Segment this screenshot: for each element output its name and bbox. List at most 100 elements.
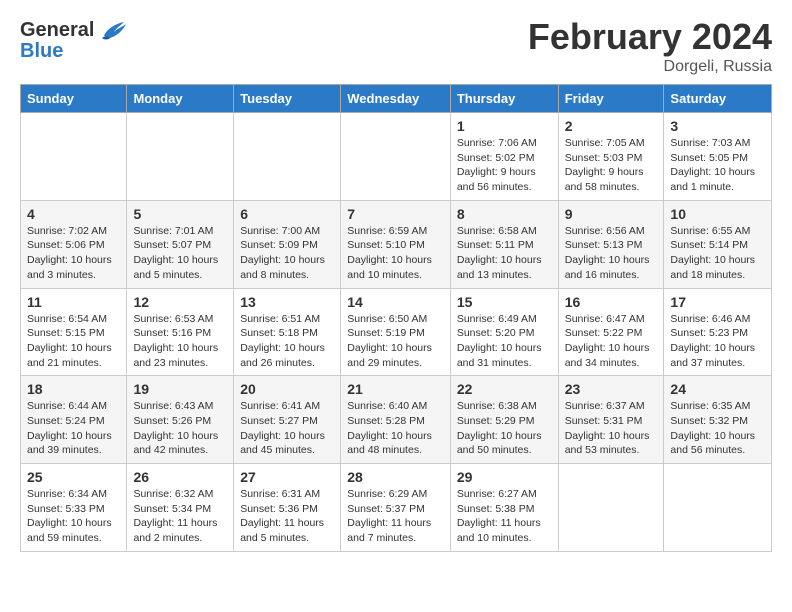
weekday-header: Friday (558, 85, 664, 113)
day-info: Sunrise: 6:58 AM Sunset: 5:11 PM Dayligh… (457, 224, 552, 283)
calendar-week-row: 4 Sunrise: 7:02 AM Sunset: 5:06 PM Daylig… (21, 200, 772, 288)
calendar-cell: 8 Sunrise: 6:58 AM Sunset: 5:11 PM Daylig… (450, 200, 558, 288)
day-number: 26 (133, 469, 227, 485)
day-number: 20 (240, 381, 334, 397)
calendar-table: SundayMondayTuesdayWednesdayThursdayFrid… (20, 84, 772, 552)
day-number: 4 (27, 206, 120, 222)
day-number: 25 (27, 469, 120, 485)
day-info: Sunrise: 6:27 AM Sunset: 5:38 PM Dayligh… (457, 487, 552, 546)
day-number: 17 (670, 294, 765, 310)
day-info: Sunrise: 6:46 AM Sunset: 5:23 PM Dayligh… (670, 312, 765, 371)
day-number: 10 (670, 206, 765, 222)
day-info: Sunrise: 6:38 AM Sunset: 5:29 PM Dayligh… (457, 399, 552, 458)
day-number: 7 (347, 206, 444, 222)
day-number: 22 (457, 381, 552, 397)
day-info: Sunrise: 6:55 AM Sunset: 5:14 PM Dayligh… (670, 224, 765, 283)
day-info: Sunrise: 6:44 AM Sunset: 5:24 PM Dayligh… (27, 399, 120, 458)
month-title: February 2024 (528, 16, 772, 58)
day-info: Sunrise: 6:49 AM Sunset: 5:20 PM Dayligh… (457, 312, 552, 371)
day-number: 28 (347, 469, 444, 485)
day-info: Sunrise: 6:40 AM Sunset: 5:28 PM Dayligh… (347, 399, 444, 458)
calendar-cell: 19 Sunrise: 6:43 AM Sunset: 5:26 PM Dayli… (127, 376, 234, 464)
logo-blue: Blue (20, 40, 63, 63)
page-container: General Blue February 2024 Dorgeli, Russ… (0, 0, 792, 568)
calendar-cell: 6 Sunrise: 7:00 AM Sunset: 5:09 PM Daylig… (234, 200, 341, 288)
day-info: Sunrise: 6:43 AM Sunset: 5:26 PM Dayligh… (133, 399, 227, 458)
day-number: 21 (347, 381, 444, 397)
calendar-week-row: 25 Sunrise: 6:34 AM Sunset: 5:33 PM Dayli… (21, 464, 772, 552)
calendar-cell (21, 113, 127, 201)
day-number: 16 (565, 294, 658, 310)
day-info: Sunrise: 6:32 AM Sunset: 5:34 PM Dayligh… (133, 487, 227, 546)
calendar-cell: 10 Sunrise: 6:55 AM Sunset: 5:14 PM Dayli… (664, 200, 772, 288)
weekday-header: Tuesday (234, 85, 341, 113)
weekday-header: Saturday (664, 85, 772, 113)
calendar-cell: 3 Sunrise: 7:03 AM Sunset: 5:05 PM Daylig… (664, 113, 772, 201)
day-info: Sunrise: 6:50 AM Sunset: 5:19 PM Dayligh… (347, 312, 444, 371)
day-info: Sunrise: 6:35 AM Sunset: 5:32 PM Dayligh… (670, 399, 765, 458)
day-info: Sunrise: 6:31 AM Sunset: 5:36 PM Dayligh… (240, 487, 334, 546)
day-number: 24 (670, 381, 765, 397)
day-number: 27 (240, 469, 334, 485)
day-number: 3 (670, 118, 765, 134)
calendar-cell: 29 Sunrise: 6:27 AM Sunset: 5:38 PM Dayli… (450, 464, 558, 552)
day-number: 1 (457, 118, 552, 134)
calendar-cell (558, 464, 664, 552)
calendar-cell: 17 Sunrise: 6:46 AM Sunset: 5:23 PM Dayli… (664, 288, 772, 376)
day-info: Sunrise: 7:01 AM Sunset: 5:07 PM Dayligh… (133, 224, 227, 283)
calendar-cell: 9 Sunrise: 6:56 AM Sunset: 5:13 PM Daylig… (558, 200, 664, 288)
calendar-week-row: 18 Sunrise: 6:44 AM Sunset: 5:24 PM Dayli… (21, 376, 772, 464)
day-info: Sunrise: 6:47 AM Sunset: 5:22 PM Dayligh… (565, 312, 658, 371)
day-info: Sunrise: 7:05 AM Sunset: 5:03 PM Dayligh… (565, 136, 658, 195)
day-number: 8 (457, 206, 552, 222)
calendar-cell: 20Sunrise: 6:41 AM Sunset: 5:27 PM Dayli… (234, 376, 341, 464)
calendar-cell: 21 Sunrise: 6:40 AM Sunset: 5:28 PM Dayli… (341, 376, 451, 464)
day-info: Sunrise: 7:02 AM Sunset: 5:06 PM Dayligh… (27, 224, 120, 283)
weekday-header: Sunday (21, 85, 127, 113)
header-row: General Blue February 2024 Dorgeli, Russ… (20, 16, 772, 76)
calendar-cell: 27 Sunrise: 6:31 AM Sunset: 5:36 PM Dayli… (234, 464, 341, 552)
day-info: Sunrise: 6:56 AM Sunset: 5:13 PM Dayligh… (565, 224, 658, 283)
day-number: 14 (347, 294, 444, 310)
calendar-cell: 16 Sunrise: 6:47 AM Sunset: 5:22 PM Dayli… (558, 288, 664, 376)
calendar-cell: 22 Sunrise: 6:38 AM Sunset: 5:29 PM Dayli… (450, 376, 558, 464)
calendar-cell: 15 Sunrise: 6:49 AM Sunset: 5:20 PM Dayli… (450, 288, 558, 376)
calendar-cell: 7 Sunrise: 6:59 AM Sunset: 5:10 PM Daylig… (341, 200, 451, 288)
calendar-cell: 14 Sunrise: 6:50 AM Sunset: 5:19 PM Dayli… (341, 288, 451, 376)
calendar-cell (234, 113, 341, 201)
calendar-cell: 1 Sunrise: 7:06 AM Sunset: 5:02 PM Daylig… (450, 113, 558, 201)
day-number: 9 (565, 206, 658, 222)
calendar-cell: 23Sunrise: 6:37 AM Sunset: 5:31 PM Dayli… (558, 376, 664, 464)
day-info: Sunrise: 6:54 AM Sunset: 5:15 PM Dayligh… (27, 312, 120, 371)
calendar-cell: 5 Sunrise: 7:01 AM Sunset: 5:07 PM Daylig… (127, 200, 234, 288)
calendar-cell: 11 Sunrise: 6:54 AM Sunset: 5:15 PM Dayli… (21, 288, 127, 376)
calendar-cell: 2 Sunrise: 7:05 AM Sunset: 5:03 PM Daylig… (558, 113, 664, 201)
day-number: 15 (457, 294, 552, 310)
day-info: Sunrise: 6:59 AM Sunset: 5:10 PM Dayligh… (347, 224, 444, 283)
calendar-header-row: SundayMondayTuesdayWednesdayThursdayFrid… (21, 85, 772, 113)
day-info: Sunrise: 6:34 AM Sunset: 5:33 PM Dayligh… (27, 487, 120, 546)
day-info: Sunrise: 7:00 AM Sunset: 5:09 PM Dayligh… (240, 224, 334, 283)
day-number: 18 (27, 381, 120, 397)
calendar-cell: 13Sunrise: 6:51 AM Sunset: 5:18 PM Dayli… (234, 288, 341, 376)
day-number: 2 (565, 118, 658, 134)
day-number: 5 (133, 206, 227, 222)
calendar-cell: 4 Sunrise: 7:02 AM Sunset: 5:06 PM Daylig… (21, 200, 127, 288)
day-info: Sunrise: 7:03 AM Sunset: 5:05 PM Dayligh… (670, 136, 765, 195)
day-number: 12 (133, 294, 227, 310)
day-number: 11 (27, 294, 120, 310)
calendar-cell: 25 Sunrise: 6:34 AM Sunset: 5:33 PM Dayli… (21, 464, 127, 552)
calendar-cell: 24 Sunrise: 6:35 AM Sunset: 5:32 PM Dayli… (664, 376, 772, 464)
day-number: 23 (565, 381, 658, 397)
day-info: Sunrise: 6:51 AM Sunset: 5:18 PM Dayligh… (240, 312, 334, 371)
day-info: Sunrise: 7:06 AM Sunset: 5:02 PM Dayligh… (457, 136, 552, 195)
calendar-cell (664, 464, 772, 552)
calendar-cell (341, 113, 451, 201)
weekday-header: Thursday (450, 85, 558, 113)
day-number: 29 (457, 469, 552, 485)
calendar-cell (127, 113, 234, 201)
day-number: 6 (240, 206, 334, 222)
calendar-cell: 26 Sunrise: 6:32 AM Sunset: 5:34 PM Dayli… (127, 464, 234, 552)
day-number: 19 (133, 381, 227, 397)
weekday-header: Wednesday (341, 85, 451, 113)
